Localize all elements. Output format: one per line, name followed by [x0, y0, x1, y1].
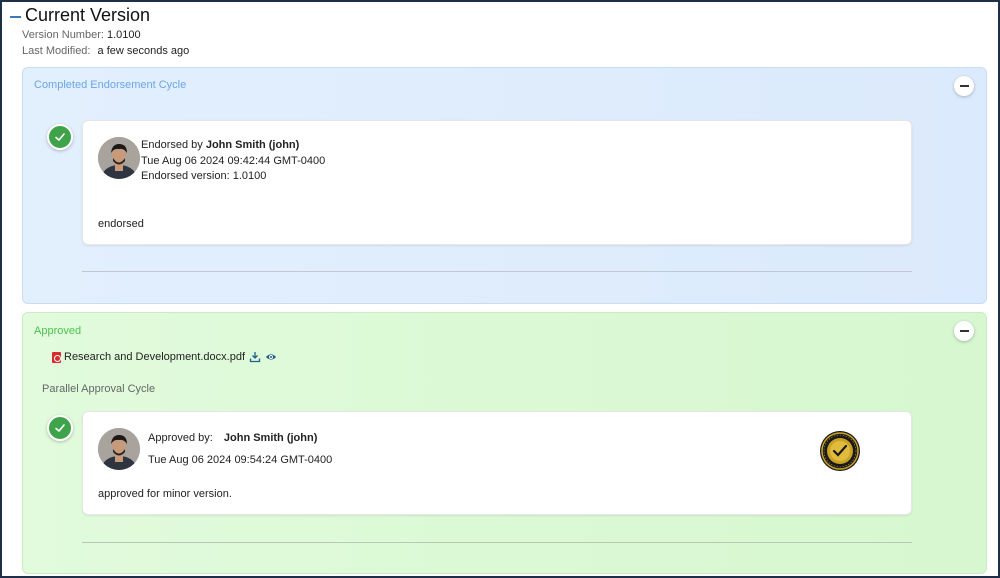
page-title: Current Version — [25, 5, 151, 25]
collapse-dash-icon[interactable] — [10, 15, 21, 18]
endorsement-collapse-button[interactable] — [954, 76, 974, 96]
approved-title: Approved — [34, 325, 82, 337]
approved-check-icon — [47, 415, 73, 441]
endorsement-card: Endorsed by John Smith (john) Tue Aug 06… — [82, 120, 912, 245]
approved-panel: Approved Research and Development.docx.p… — [22, 312, 987, 574]
current-version-header[interactable]: Current Version — [10, 5, 150, 26]
endorsement-comment: endorsed — [98, 218, 144, 230]
download-icon[interactable] — [249, 351, 261, 363]
user-avatar — [98, 137, 140, 179]
version-number: Version Number: 1.0100 — [22, 29, 141, 41]
last-modified-value: a few seconds ago — [97, 45, 190, 57]
approval-seal-icon — [820, 431, 860, 471]
divider — [82, 271, 912, 272]
endorsed-by-prefix: Endorsed by — [141, 139, 203, 151]
minus-icon — [959, 85, 969, 87]
version-number-label: Version Number: — [22, 29, 104, 41]
endorsed-by-line: Endorsed by John Smith (john) — [141, 139, 299, 151]
endorsed-check-icon — [47, 124, 73, 150]
minus-icon — [959, 330, 969, 332]
endorsement-cycle-title: Completed Endorsement Cycle — [34, 79, 187, 91]
divider — [82, 542, 912, 543]
approval-card: Approved by: John Smith (john) Tue Aug 0… — [82, 411, 912, 515]
parallel-approval-cycle-title: Parallel Approval Cycle — [42, 383, 156, 395]
last-modified: Last Modified: a few seconds ago — [22, 45, 189, 57]
endorser-name: John Smith (john) — [205, 139, 300, 151]
last-modified-label: Last Modified: — [22, 45, 91, 57]
approved-by-line: Approved by: John Smith (john) — [148, 432, 317, 444]
approved-timestamp: Tue Aug 06 2024 09:54:24 GMT-0400 — [148, 454, 333, 466]
endorsed-version: Endorsed version: 1.0100 — [141, 170, 267, 182]
endorsement-cycle-panel: Completed Endorsement Cycle Endorsed by — [22, 67, 987, 304]
user-avatar — [98, 428, 140, 470]
approval-comment: approved for minor version. — [98, 488, 232, 500]
approved-file: Research and Development.docx.pdf — [52, 351, 277, 363]
approver-name: John Smith (john) — [223, 432, 318, 444]
version-number-value: 1.0100 — [107, 29, 141, 41]
pdf-file-icon — [52, 351, 61, 363]
endorsed-timestamp: Tue Aug 06 2024 09:42:44 GMT-0400 — [141, 155, 326, 167]
app-frame: Current Version Version Number: 1.0100 L… — [0, 0, 1000, 578]
approved-by-label: Approved by: — [148, 432, 213, 444]
eye-icon[interactable] — [265, 351, 277, 363]
approved-collapse-button[interactable] — [954, 321, 974, 341]
file-name-link[interactable]: Research and Development.docx.pdf — [64, 351, 245, 363]
